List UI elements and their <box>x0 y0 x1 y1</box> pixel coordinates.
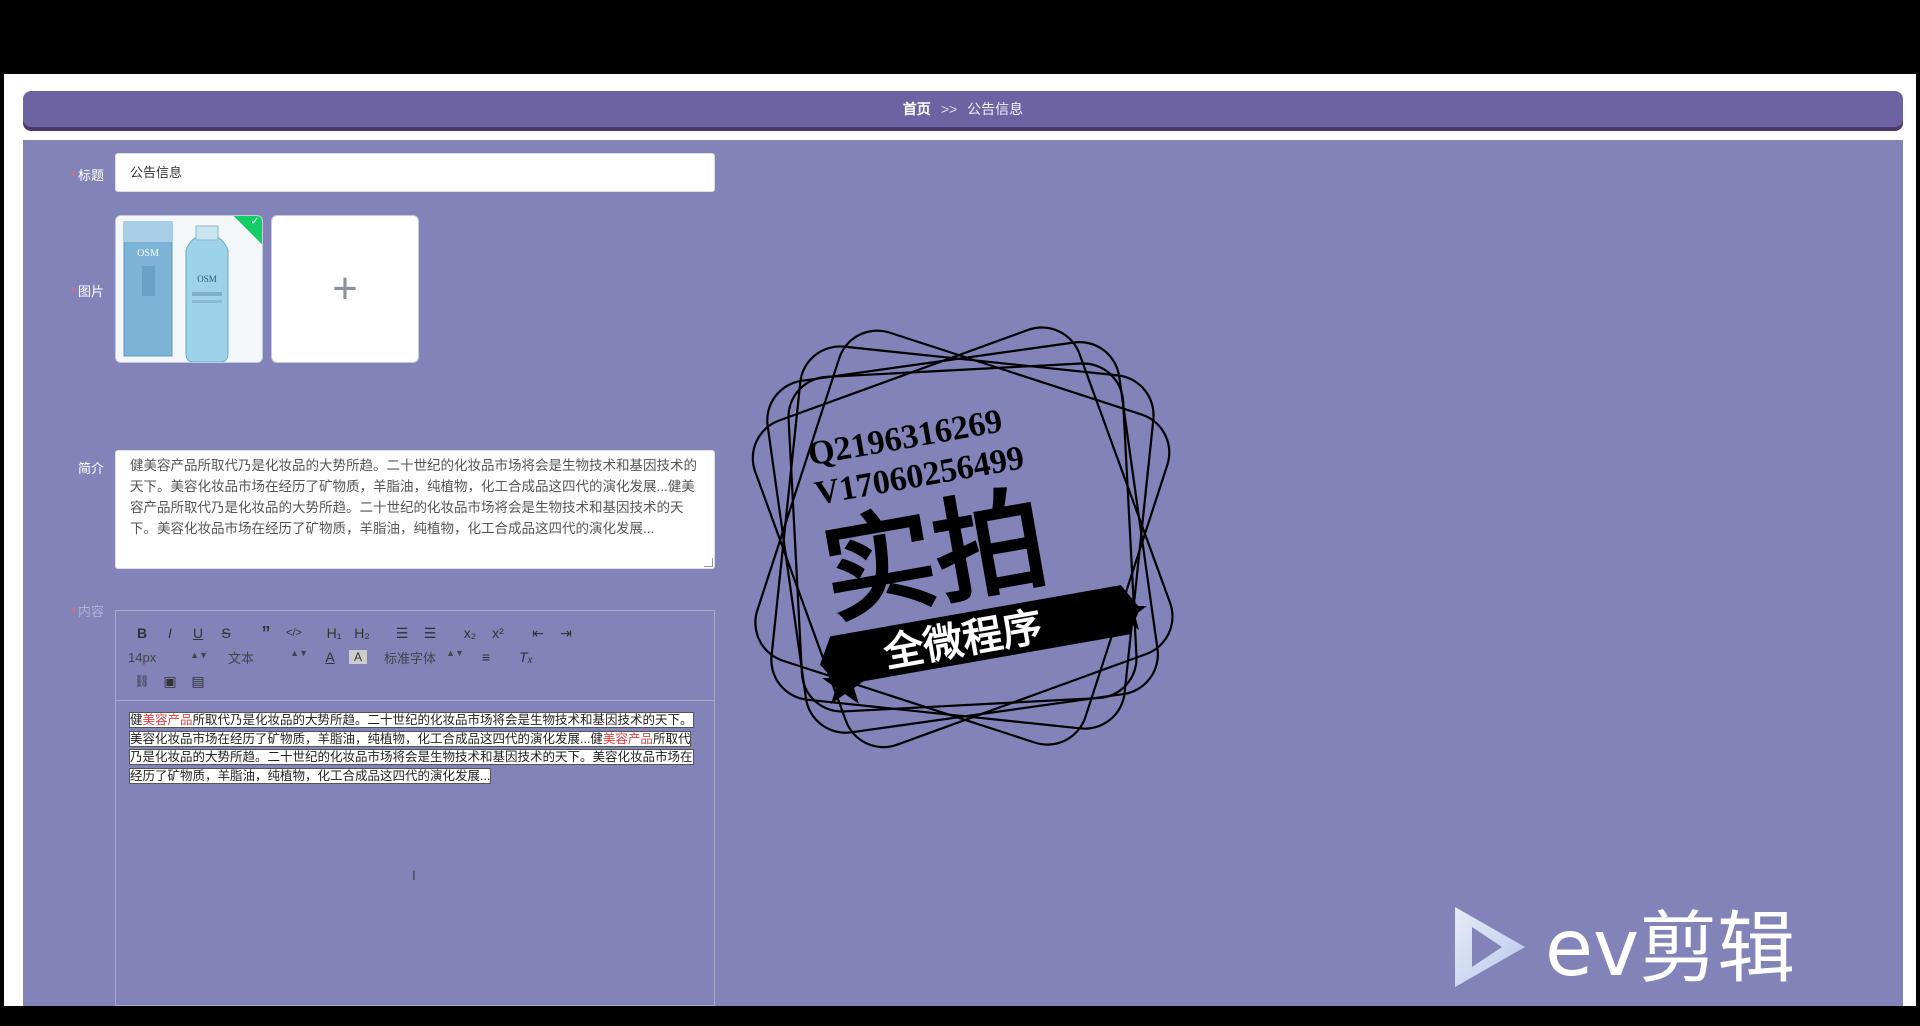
clear-format-button[interactable]: Tₓ <box>512 649 540 665</box>
plus-icon: + <box>332 264 358 313</box>
required-mark: * <box>70 284 76 299</box>
add-image-button[interactable]: + <box>271 215 419 363</box>
check-icon: ✓ <box>250 215 260 228</box>
required-mark: * <box>70 168 76 183</box>
uploaded-image-thumbnail[interactable]: OSM OSM ✓ <box>115 215 263 363</box>
title-label-text: 标题 <box>77 168 104 183</box>
ev-editor-logo: ev剪辑 <box>1455 905 1795 990</box>
outdent-button[interactable]: ⇤ <box>524 625 552 642</box>
editor-toolbar: B I U S ” </> H₁ H₂ ☰ ☰ x₂ x² ⇤ ⇥ 14px ▲▼… <box>116 611 714 701</box>
breadcrumb: 首页 >> 公告信息 <box>23 91 1903 127</box>
indent-button[interactable]: ⇥ <box>552 625 580 642</box>
intro-label: 简介 <box>24 458 104 477</box>
ev-logo-text: ev剪辑 <box>1545 905 1795 990</box>
title-input[interactable]: 公告信息 <box>115 153 715 192</box>
strike-button[interactable]: S <box>212 625 240 641</box>
header1-button[interactable]: H₁ <box>320 625 348 641</box>
breadcrumb-current: 公告信息 <box>967 101 1024 117</box>
header-select[interactable]: 文本 ▲▼ <box>228 648 316 667</box>
content-label: * 内容 <box>24 601 104 620</box>
breadcrumb-separator: >> <box>940 101 958 117</box>
product-photo: OSM OSM <box>116 216 262 362</box>
intro-label-text: 简介 <box>77 461 104 476</box>
header2-button[interactable]: H₂ <box>348 625 376 641</box>
content-text-red: 美容产品 <box>602 731 653 746</box>
selected-text: 健美容产品所取代乃是化妆品的大势所趋。二十世纪的化妆品市场将会是生物技术和基因技… <box>129 712 694 784</box>
image-label-text: 图片 <box>77 284 104 299</box>
bold-button[interactable]: B <box>128 625 156 641</box>
intro-textarea[interactable]: 健美容产品所取代乃是化妆品的大势所趋。二十世纪的化妆品市场将会是生物技术和基因技… <box>115 450 715 569</box>
blockquote-button[interactable]: ” <box>252 623 280 644</box>
required-mark: * <box>70 604 76 619</box>
superscript-button[interactable]: x² <box>484 625 512 641</box>
toolbar-row-2: 14px ▲▼ 文本 ▲▼ A A 标准字体 ▲▼ ≡ Tₓ <box>128 645 702 669</box>
video-top-band <box>0 0 1920 74</box>
select-arrow-icon: ▲▼ <box>190 649 208 660</box>
header-select-value: 文本 <box>228 650 255 666</box>
bullet-list-button[interactable]: ☰ <box>416 625 444 642</box>
font-size-select[interactable]: 14px ▲▼ <box>128 650 216 665</box>
font-family-select[interactable]: 标准字体 ▲▼ <box>384 648 472 667</box>
resize-handle[interactable] <box>704 558 713 567</box>
link-icon[interactable]: ⛓ <box>128 674 156 688</box>
intro-text: 健美容产品所取代乃是化妆品的大势所趋。二十世纪的化妆品市场将会是生物技术和基因技… <box>130 458 697 536</box>
italic-button[interactable]: I <box>156 625 184 641</box>
subscript-button[interactable]: x₂ <box>456 625 484 641</box>
toolbar-row-3: ⛓ ▣ ▤ <box>128 669 702 693</box>
font-color-button[interactable]: A <box>316 649 344 665</box>
underline-button[interactable]: U <box>184 625 212 641</box>
product-logo-text: OSM <box>197 274 217 284</box>
text-cursor-icon: I <box>412 867 416 883</box>
select-arrow-icon: ▲▼ <box>446 647 464 658</box>
toolbar-row-1: B I U S ” </> H₁ H₂ ☰ ☰ x₂ x² ⇤ ⇥ <box>128 621 702 645</box>
product-logo-text: OSM <box>137 248 159 259</box>
image-label: * 图片 <box>24 281 104 300</box>
video-bottom-band <box>0 1006 1920 1026</box>
watermark-stamp: Q2196316269 V17060256499 实拍 全微程序 <box>751 326 1174 749</box>
title-label: * 标题 <box>24 165 104 184</box>
font-family-value: 标准字体 <box>384 650 437 666</box>
background-color-button[interactable]: A <box>349 650 367 664</box>
content-label-text: 内容 <box>77 604 104 619</box>
rich-text-editor: B I U S ” </> H₁ H₂ ☰ ☰ x₂ x² ⇤ ⇥ 14px ▲▼… <box>115 610 715 1006</box>
select-arrow-icon: ▲▼ <box>290 647 308 658</box>
code-block-button[interactable]: </> <box>280 627 308 639</box>
content-text-red: 美容产品 <box>142 713 193 727</box>
breadcrumb-home[interactable]: 首页 <box>903 99 931 119</box>
ordered-list-button[interactable]: ☰ <box>388 625 416 642</box>
align-button[interactable]: ≡ <box>472 649 500 665</box>
image-icon[interactable]: ▣ <box>156 673 184 690</box>
editor-content[interactable]: 健美容产品所取代乃是化妆品的大势所趋。二十世纪的化妆品市场将会是生物技术和基因技… <box>116 701 714 795</box>
font-size-value: 14px <box>128 649 157 665</box>
video-icon[interactable]: ▤ <box>184 673 212 690</box>
content-text: 健 <box>130 713 143 727</box>
